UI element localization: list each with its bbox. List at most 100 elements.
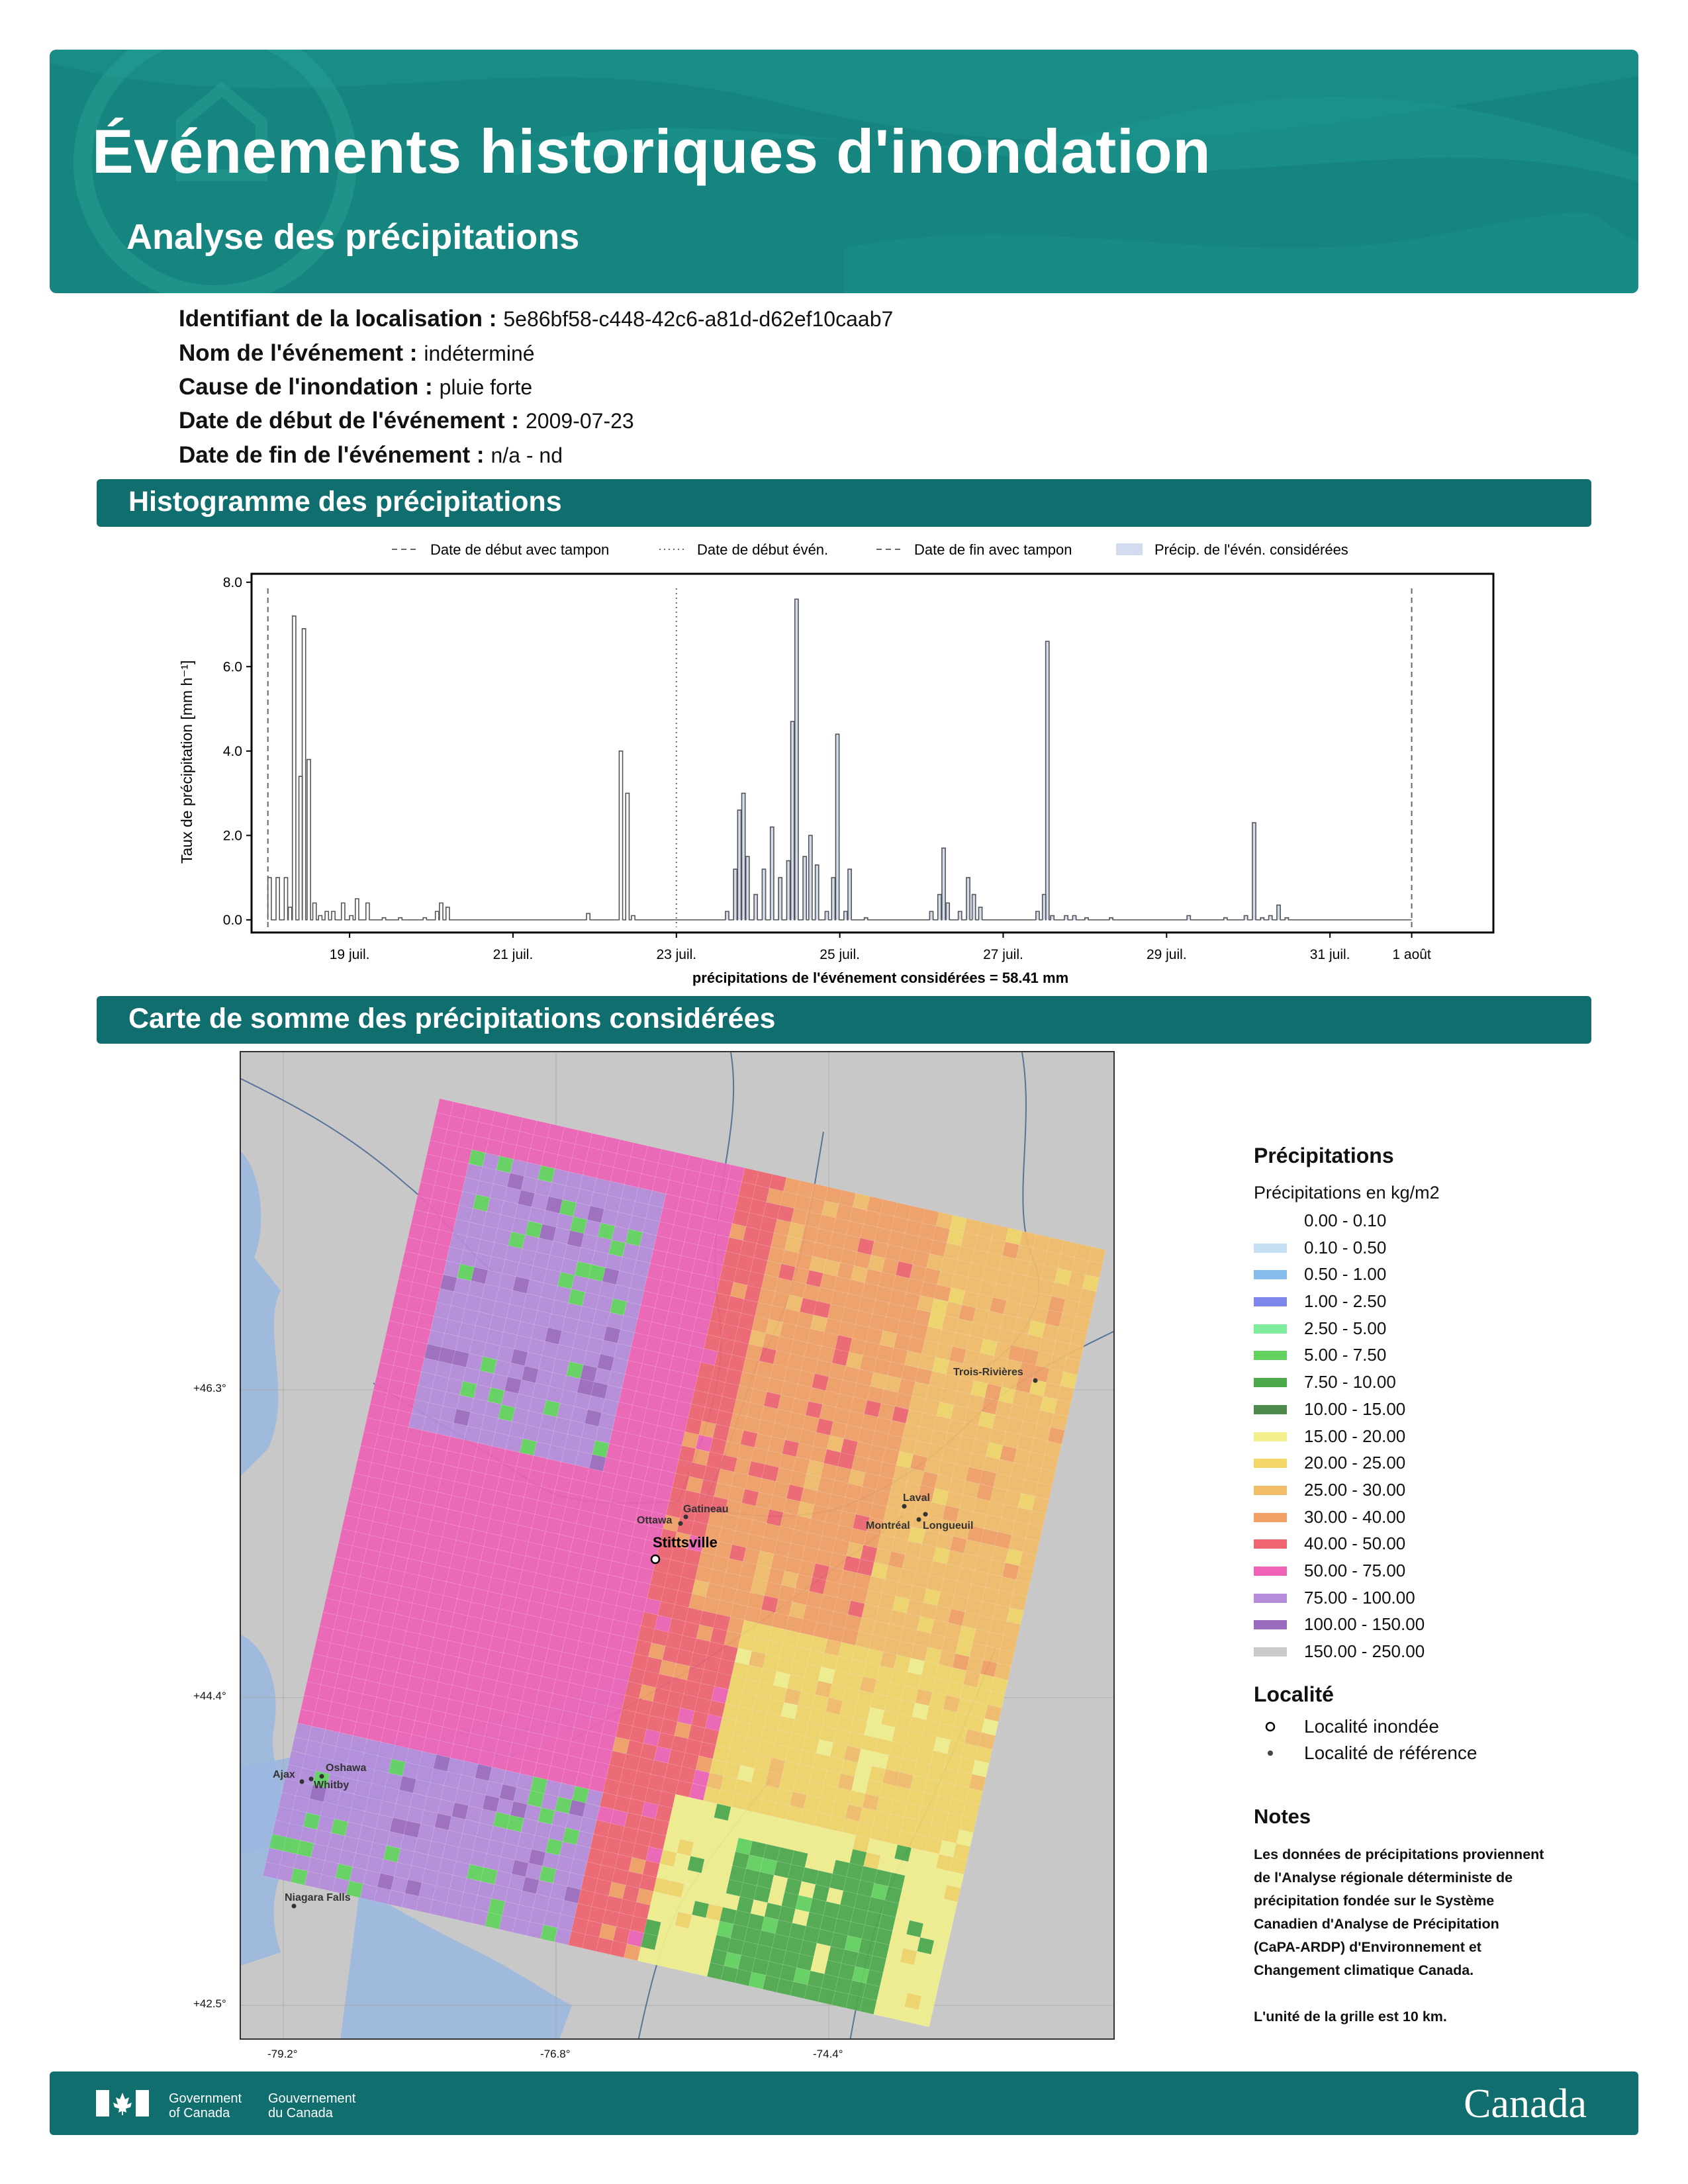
x-tick-label: 25 juil. [820, 947, 860, 962]
legend-swatch [1254, 1566, 1287, 1576]
notes-line: (CaPA-ARDP) d'Environnement et [1254, 1938, 1481, 1955]
legend-label: 100.00 - 150.00 [1304, 1614, 1425, 1635]
info-label: Nom de l'événement : [179, 340, 418, 366]
place-dot-ajax [299, 1779, 305, 1784]
legend-swatch [1254, 1647, 1287, 1657]
locality-item-reference: Localité de référence [1254, 1740, 1611, 1766]
legend-label: 150.00 - 250.00 [1304, 1641, 1425, 1661]
legend-item: 1.00 - 2.50 [1254, 1288, 1611, 1315]
gov-en-line1: Government [169, 2091, 242, 2106]
legend-swatch [1254, 1620, 1287, 1630]
legend-item: 15.00 - 20.00 [1254, 1423, 1611, 1450]
place-dot-gatineau [683, 1514, 688, 1520]
legend-item: 50.00 - 75.00 [1254, 1557, 1611, 1584]
legend-swatch [1254, 1324, 1287, 1334]
place-label-trois-rivieres: Trois-Rivières [953, 1367, 1023, 1378]
legend-label: 5.00 - 7.50 [1304, 1345, 1387, 1365]
legend-item: 20.00 - 25.00 [1254, 1449, 1611, 1477]
place-label-montreal: Montréal [866, 1520, 910, 1531]
info-label: Identifiant de la localisation : [179, 306, 497, 332]
y-tick-label: 4.0 [223, 744, 242, 759]
legend-label: 0.50 - 1.00 [1304, 1264, 1387, 1285]
legend-label-event-start: Date de début évén. [697, 541, 828, 558]
place-label-gatineau: Gatineau [683, 1504, 728, 1515]
legend-swatch [1254, 1404, 1287, 1414]
locality-title: Localité [1254, 1682, 1334, 1706]
legend-swatch [1254, 1593, 1287, 1603]
place-label-laval: Laval [903, 1492, 930, 1504]
legend-swatch [1254, 1459, 1287, 1469]
notes-line: Les données de précipitations proviennen… [1254, 1846, 1544, 1862]
legend-label: 75.00 - 100.00 [1304, 1587, 1415, 1608]
place-label-flooded: Stittsville [653, 1534, 718, 1551]
locality-items: Localité inondée Localité de référence [1254, 1713, 1611, 1766]
gov-signature-fr: Gouvernement du Canada [268, 2091, 355, 2120]
legend-swatch [1254, 1351, 1287, 1361]
locality-label: Localité inondée [1304, 1715, 1439, 1737]
legend-label: 0.00 - 0.10 [1304, 1210, 1387, 1230]
notes-line: L'unité de la grille est 10 km. [1254, 2008, 1447, 2025]
legend-item: 10.00 - 15.00 [1254, 1396, 1611, 1423]
chart-legend: Date de début avec tampon Date de début … [392, 541, 1348, 558]
legend-label-buffer-start: Date de début avec tampon [430, 541, 609, 558]
page-footer: Government of Canada Gouvernement du Can… [50, 2071, 1638, 2135]
legend-item: 30.00 - 40.00 [1254, 1504, 1611, 1531]
info-value: indéterminé [424, 341, 535, 365]
y-tick-label: 6.0 [223, 659, 242, 674]
legend-label: 30.00 - 40.00 [1304, 1506, 1406, 1527]
legend-swatch [1254, 1432, 1287, 1441]
x-tick-label: 29 juil. [1147, 947, 1187, 962]
legend-title: Précipitations [1254, 1144, 1394, 1167]
legend-item: 7.50 - 10.00 [1254, 1369, 1611, 1396]
precipitation-sum-map[interactable]: Trois-Rivières Gatineau Ottawa Laval Mon… [240, 1051, 1115, 2040]
page-subtitle: Analyse des précipitations [126, 217, 580, 257]
legend-swatch [1254, 1243, 1287, 1253]
lon-label: -79.2° [267, 2048, 298, 2060]
section-histogram-title: Histogramme des précipitations [128, 486, 562, 518]
y-tick-label: 2.0 [223, 828, 242, 843]
x-tick-label: 1 août [1392, 947, 1431, 962]
legend-subtitle: Précipitations en kg/m2 [1254, 1183, 1440, 1203]
grid-cell [915, 2009, 933, 2028]
notes-line [1254, 1982, 1611, 2005]
y-tick-label: 0.0 [223, 913, 242, 928]
place-dot-ottawa [678, 1521, 683, 1526]
legend-label: 40.00 - 50.00 [1304, 1533, 1406, 1554]
gov-signature-en: Government of Canada [169, 2091, 242, 2120]
place-dot-niagara-falls [291, 1903, 297, 1909]
section-histogram-bar: Histogramme des précipitations [97, 479, 1591, 527]
lake-huron-shape [241, 1052, 281, 1476]
place-label-niagara-falls: Niagara Falls [285, 1892, 351, 1903]
map-legend: Précipitations Précipitations en kg/m2 0… [1254, 1144, 1611, 2028]
legend-item: 0.50 - 1.00 [1254, 1261, 1611, 1288]
plot-area: 0.0 2.0 4.0 6.0 8.0 19 juil. 21 juil. 23 juil. 2… [223, 572, 1495, 962]
locality-item-flooded: Localité inondée [1254, 1713, 1611, 1740]
legend-label: 10.00 - 15.00 [1304, 1398, 1406, 1419]
x-tick-label: 31 juil. [1310, 947, 1350, 962]
legend-label-considered: Précip. de l'évén. considérées [1154, 541, 1348, 558]
place-label-whitby: Whitby [314, 1780, 349, 1791]
legend-label: 1.00 - 2.50 [1304, 1291, 1387, 1312]
legend-swatch [1254, 1485, 1287, 1495]
page-title: Événements historiques d'inondation [92, 116, 1211, 186]
x-tick-label: 19 juil. [330, 947, 370, 962]
legend-item: 150.00 - 250.00 [1254, 1638, 1611, 1665]
legend-item: 100.00 - 150.00 [1254, 1611, 1611, 1638]
place-label-longueuil: Longueuil [923, 1520, 973, 1531]
notes-title: Notes [1254, 1804, 1311, 1828]
x-tick-label: 21 juil. [493, 947, 534, 962]
legend-label: 20.00 - 25.00 [1304, 1453, 1406, 1473]
place-dot-longueuil [923, 1512, 928, 1517]
info-value: pluie forte [439, 375, 533, 399]
plot-frame [250, 572, 1495, 934]
legend-item: 2.50 - 5.00 [1254, 1315, 1611, 1342]
place-marker-flooded[interactable] [650, 1554, 661, 1565]
y-tick-label: 8.0 [223, 575, 242, 590]
precipitation-grid [262, 1098, 1106, 2028]
legend-marker-considered [1116, 543, 1143, 555]
section-map-title: Carte de somme des précipitations consid… [128, 1003, 776, 1034]
legend-item: 75.00 - 100.00 [1254, 1584, 1611, 1612]
x-tick-label: 23 juil. [656, 947, 696, 962]
lat-label: +46.3° [193, 1382, 226, 1394]
info-label: Date de fin de l'événement : [179, 442, 485, 468]
